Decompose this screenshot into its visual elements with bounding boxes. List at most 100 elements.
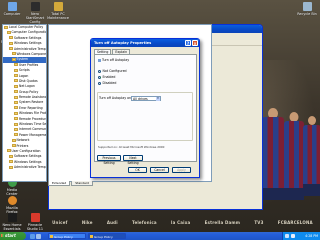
tree-item-label: Scripts: [19, 68, 30, 73]
radio-enabled[interactable]: Enabled: [98, 75, 115, 79]
policy-name: Turn off Autoplay: [98, 58, 129, 62]
tree-item-label: Printers: [16, 143, 29, 148]
desktop-icon-nero-home[interactable]: Nero Home Essentials: [1, 213, 23, 231]
desktop-icon-computer[interactable]: Computer: [1, 2, 23, 16]
sponsor-logo: TV3: [254, 219, 264, 225]
close-icon[interactable]: ×: [192, 40, 198, 46]
folder-icon: [14, 117, 18, 121]
volume-icon[interactable]: [291, 234, 295, 238]
group-policy-icon: [50, 235, 53, 239]
sponsor-logo: Estrella Damm: [204, 219, 241, 225]
tree-item-label: Remote Assistance: [19, 95, 47, 100]
nero-icon: [30, 2, 40, 11]
apply-button[interactable]: Apply: [172, 167, 191, 173]
dialog-titlebar[interactable]: Turn off Autoplay Properties ? ×: [91, 39, 199, 47]
quicklaunch-browser-icon[interactable]: [30, 233, 35, 239]
folder-icon: [14, 68, 18, 72]
tree-item-label: Administrative Templates: [14, 46, 46, 51]
desktop-icon-pinnacle[interactable]: Pinnacle Studio 11: [24, 213, 46, 231]
desktop-icon-nero-startsmart[interactable]: Nero StartSmart Config: [24, 2, 46, 24]
tree-item-label: Administrative Templates: [14, 165, 46, 170]
ok-button[interactable]: OK: [128, 167, 147, 173]
tree-item-label: System: [16, 57, 29, 62]
firefox-icon: [7, 196, 17, 205]
policy-setting-icon: [98, 58, 101, 62]
wallpaper-player: [262, 108, 284, 200]
policy-tree[interactable]: Local Computer Policy Computer Configurat…: [2, 24, 47, 182]
tree-item-label: Software Settings: [14, 154, 42, 159]
group-policy-icon: [90, 235, 93, 239]
folder-icon: [4, 25, 8, 29]
folder-icon: [9, 41, 13, 45]
tree-item-label: Error Reporting: [19, 105, 43, 110]
tree-item-label: Windows Time Service: [19, 122, 47, 127]
recycle-bin-icon: [302, 2, 312, 11]
sponsor-logo: Audi: [106, 219, 118, 225]
sponsor-logo: FCBARCELONA: [277, 219, 313, 225]
radio-not-configured[interactable]: Not Configured: [98, 69, 127, 73]
tree-item-label: Group Policy: [19, 89, 39, 94]
folder-icon: [11, 52, 16, 56]
folder-icon: [9, 47, 13, 51]
sponsor-logo: Telefonica: [132, 219, 157, 225]
taskbar-button-group-policy-active[interactable]: Group Policy: [88, 233, 126, 239]
tree-item-label: Disk Quotas: [19, 78, 38, 83]
view-tabs: Extended Standard: [48, 181, 93, 186]
tree-item-label: Net Logon: [19, 84, 35, 89]
folder-icon: [14, 133, 18, 137]
supported-on-text: Supported on: At least Microsoft Windows…: [98, 145, 165, 149]
tab-standard[interactable]: Standard: [71, 181, 93, 186]
folder-icon: [14, 95, 18, 99]
tree-item-label: Windows Components: [16, 51, 47, 56]
folder-icon: [14, 79, 18, 83]
start-button[interactable]: start: [0, 232, 26, 240]
tree-item-label: System Restore: [19, 100, 44, 105]
system-tray: 4:28 PM: [282, 232, 320, 240]
tree-item[interactable]: Administrative Templates: [3, 165, 46, 170]
tab-extended[interactable]: Extended: [48, 181, 71, 186]
desktop-icon-total-pc[interactable]: Total PC Maintenance: [47, 2, 69, 20]
tree-item-label: Windows Settings: [14, 159, 42, 164]
computer-icon: [7, 2, 17, 11]
folder-icon: [14, 127, 18, 131]
next-setting-button[interactable]: Next Setting: [123, 155, 143, 165]
windows-logo-icon: [1, 234, 4, 237]
radio-disabled[interactable]: Disabled: [98, 81, 116, 85]
tree-item-label: Network: [16, 138, 30, 143]
taskbar-button-group-policy[interactable]: Group Policy: [48, 233, 86, 239]
radio-button[interactable]: [98, 81, 101, 85]
taskbar: start Group Policy Group Policy 4:28 PM: [0, 232, 320, 240]
folder-icon: [14, 84, 18, 88]
tree-item-label: User Profiles: [19, 62, 39, 67]
network-icon[interactable]: [285, 234, 289, 238]
folder-icon: [11, 138, 16, 142]
folder-icon: [9, 36, 13, 40]
sponsor-logo: la Caixa: [171, 219, 191, 225]
wallpaper-player: [303, 116, 320, 196]
chevron-down-icon[interactable]: ▼: [156, 97, 160, 101]
tree-item-label: Local Computer Policy: [9, 25, 44, 29]
previous-setting-button[interactable]: Previous Setting: [97, 155, 121, 165]
tree-item-label: Windows Settings: [14, 41, 42, 46]
cancel-button[interactable]: Cancel: [150, 167, 169, 173]
desktop-icon-firefox[interactable]: Mozilla Firefox: [1, 196, 23, 214]
folder-icon: [9, 154, 13, 158]
sponsor-strip: Unicef Nike Audi Telefonica la Caixa Est…: [45, 214, 320, 230]
clock[interactable]: 4:28 PM: [305, 232, 318, 240]
desktop-icon-recycle-bin[interactable]: Recycle Bin: [296, 2, 318, 16]
folder-icon: [9, 160, 13, 164]
pinnacle-icon: [30, 213, 40, 222]
radio-button[interactable]: [98, 69, 101, 73]
sponsor-logo: Unicef: [52, 219, 68, 225]
radio-button-selected[interactable]: [98, 75, 101, 79]
tree-item-label: Software Settings: [14, 35, 42, 40]
autoplay-properties-dialog[interactable]: Turn off Autoplay Properties ? × Setting…: [90, 38, 200, 178]
help-icon[interactable]: ?: [185, 40, 191, 46]
tree-item-label: Logon: [19, 73, 29, 78]
option-label: Turn off Autoplay on:: [99, 96, 133, 100]
quicklaunch-desktop-icon[interactable]: [36, 233, 41, 239]
dialog-title: Turn off Autoplay Properties: [94, 41, 152, 45]
maintenance-icon: [53, 2, 63, 11]
tree-item-label: Computer Configuration: [11, 30, 47, 35]
drives-select[interactable]: All drives ▼: [131, 96, 161, 101]
